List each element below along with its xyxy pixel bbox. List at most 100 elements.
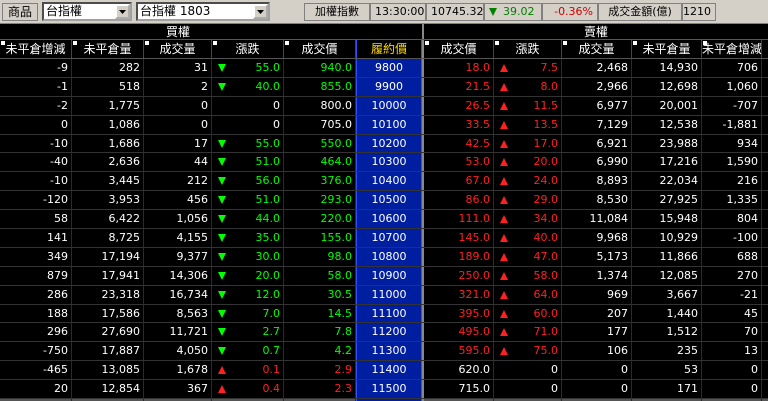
index-pct-change: -0.36%	[542, 2, 599, 21]
call-oi-change: 296	[0, 323, 72, 342]
table-row[interactable]: -10 1,686 17 55.0 550.0 10200 42.5 17.0 6,921 23,…	[0, 134, 768, 154]
put-oi-change: 804	[702, 210, 762, 229]
table-row[interactable]: -120 3,953 456 51.0 293.0 10500 86.0 29.0 8,530 2…	[0, 191, 768, 211]
put-volume: 8,893	[562, 172, 632, 191]
put-last: 18.0	[424, 59, 494, 77]
put-last: 53.0	[424, 153, 494, 172]
table-row[interactable]: 296 27,690 11,721 2.7 7.8 11200 495.0 71.0 177 1,…	[0, 323, 768, 343]
put-oi-change: 706	[702, 59, 762, 77]
put-change: 24.0	[494, 172, 562, 191]
sort-marker-icon	[73, 41, 77, 45]
strike-price: 11500	[356, 380, 422, 399]
col-call-oi-change[interactable]: 未平倉增減	[0, 40, 72, 58]
put-oi: 10,929	[632, 229, 702, 247]
col-put-volume[interactable]: 成交量	[562, 40, 632, 58]
call-change: 0	[212, 96, 284, 115]
call-oi: 17,586	[72, 304, 144, 323]
call-volume: 1,678	[144, 361, 212, 380]
index-change: 39.02	[484, 2, 543, 21]
contract-select-value: 台指權 1803	[140, 4, 211, 18]
put-oi: 14,930	[632, 59, 702, 77]
change-value: 0.4	[262, 382, 281, 396]
table-row[interactable]: -2 1,775 0 0 800.0 10000 26.5 11.5 6,977 20,001 -7…	[0, 96, 768, 116]
strike-price: 11200	[356, 323, 422, 342]
table-row[interactable]: -40 2,636 44 51.0 464.0 10300 53.0 20.0 6,990 17,…	[0, 153, 768, 173]
col-call-volume[interactable]: 成交量	[144, 40, 212, 58]
put-last: 145.0	[424, 229, 494, 247]
col-put-oi-change[interactable]: 未平倉增減	[702, 40, 762, 58]
chevron-down-icon[interactable]	[115, 4, 131, 19]
table-row[interactable]: 188 17,586 8,563 7.0 14.5 11100 395.0 60.0 207 1,…	[0, 304, 768, 324]
table-row[interactable]: -1 518 2 40.0 855.0 9900 21.5 8.0 2,966 12,698 1,0…	[0, 77, 768, 97]
table-row[interactable]: 20 12,854 367 0.4 2.3 11500 715.0 0 0 171 0	[0, 380, 768, 400]
call-oi-change: -10	[0, 134, 72, 153]
call-last: 940.0	[284, 59, 356, 77]
call-change: 51.0	[212, 191, 284, 210]
put-oi: 235	[632, 342, 702, 361]
col-put-change[interactable]: 漲跌	[494, 40, 562, 58]
turnover-label: 成交金額(億)	[598, 2, 683, 21]
call-volume: 212	[144, 172, 212, 191]
call-oi-change: 20	[0, 380, 72, 399]
call-change: 40.0	[212, 77, 284, 96]
table-row[interactable]: 141 8,725 4,155 35.0 155.0 10700 145.0 40.0 9,96…	[0, 229, 768, 248]
put-last: 595.0	[424, 342, 494, 361]
table-row[interactable]: 0 1,086 0 0 705.0 10100 33.5 13.5 7,129 12,538 -1,…	[0, 115, 768, 135]
put-last: 111.0	[424, 210, 494, 229]
call-oi: 3,953	[72, 191, 144, 210]
call-change: 0.4	[212, 380, 284, 399]
table-row[interactable]: -9 282 31 55.0 940.0 9800 18.0 7.5 2,468 14,930 70…	[0, 59, 768, 78]
chevron-down-icon[interactable]	[253, 4, 269, 19]
call-change: 0	[212, 115, 284, 134]
table-row[interactable]: -465 13,085 1,678 0.1 2.9 11400 620.0 0 0 53 0	[0, 361, 768, 381]
put-last: 250.0	[424, 266, 494, 285]
option-chain-table: -9 282 31 55.0 940.0 9800 18.0 7.5 2,468 14,930 70…	[0, 59, 768, 401]
put-change: 0	[494, 361, 562, 380]
call-oi: 12,854	[72, 380, 144, 399]
call-change: 12.0	[212, 285, 284, 304]
up-triangle-icon	[500, 328, 508, 337]
put-oi: 3,667	[632, 285, 702, 304]
change-value: 0.1	[262, 363, 281, 377]
table-row[interactable]: 58 6,422 1,056 44.0 220.0 10600 111.0 34.0 11,08…	[0, 210, 768, 230]
change-value: 7.5	[540, 60, 559, 74]
put-change: 8.0	[494, 77, 562, 96]
call-last: 4.2	[284, 342, 356, 361]
col-call-change[interactable]: 漲跌	[212, 40, 284, 58]
call-oi-change: 286	[0, 285, 72, 304]
col-put-oi[interactable]: 未平倉量	[632, 40, 702, 58]
call-oi-change: -750	[0, 342, 72, 361]
change-value: 0	[551, 382, 558, 396]
col-put-last[interactable]: 成交價	[424, 40, 494, 58]
up-triangle-icon	[500, 82, 508, 91]
table-row[interactable]: 349 17,194 9,377 30.0 98.0 10800 189.0 47.0 5,17…	[0, 247, 768, 267]
product-select[interactable]: 台指權	[42, 2, 133, 21]
put-volume: 6,990	[562, 153, 632, 172]
put-change: 29.0	[494, 191, 562, 210]
col-call-oi[interactable]: 未平倉量	[72, 40, 144, 58]
put-last: 21.5	[424, 77, 494, 96]
put-change: 40.0	[494, 229, 562, 247]
call-volume: 8,563	[144, 304, 212, 323]
col-strike[interactable]: 履約價	[356, 40, 422, 58]
put-oi: 11,866	[632, 247, 702, 266]
put-oi-change: 1,590	[702, 153, 762, 172]
table-row[interactable]: -10 3,445 212 56.0 376.0 10400 67.0 24.0 8,893 22…	[0, 172, 768, 192]
call-oi-change: -2	[0, 96, 72, 115]
strike-price: 10700	[356, 229, 422, 247]
put-oi: 12,698	[632, 77, 702, 96]
call-last: 14.5	[284, 304, 356, 323]
contract-select[interactable]: 台指權 1803	[136, 2, 271, 21]
up-triangle-icon	[500, 252, 508, 261]
put-last: 495.0	[424, 323, 494, 342]
index-quote-bar: 加權指數 13:30:00 10745.32 39.02 -0.36% 成交金額…	[304, 2, 717, 21]
table-row[interactable]: 286 23,318 16,734 12.0 30.5 11000 321.0 64.0 969…	[0, 285, 768, 305]
up-triangle-icon	[500, 290, 508, 299]
put-volume: 0	[562, 380, 632, 399]
table-row[interactable]: -750 17,887 4,050 0.7 4.2 11300 595.0 75.0 106 23…	[0, 342, 768, 362]
call-change: 7.0	[212, 304, 284, 323]
call-oi: 6,422	[72, 210, 144, 229]
col-call-last[interactable]: 成交價	[284, 40, 356, 58]
table-row[interactable]: 879 17,941 14,306 20.0 58.0 10900 250.0 58.0 1,3…	[0, 266, 768, 286]
put-last: 67.0	[424, 172, 494, 191]
